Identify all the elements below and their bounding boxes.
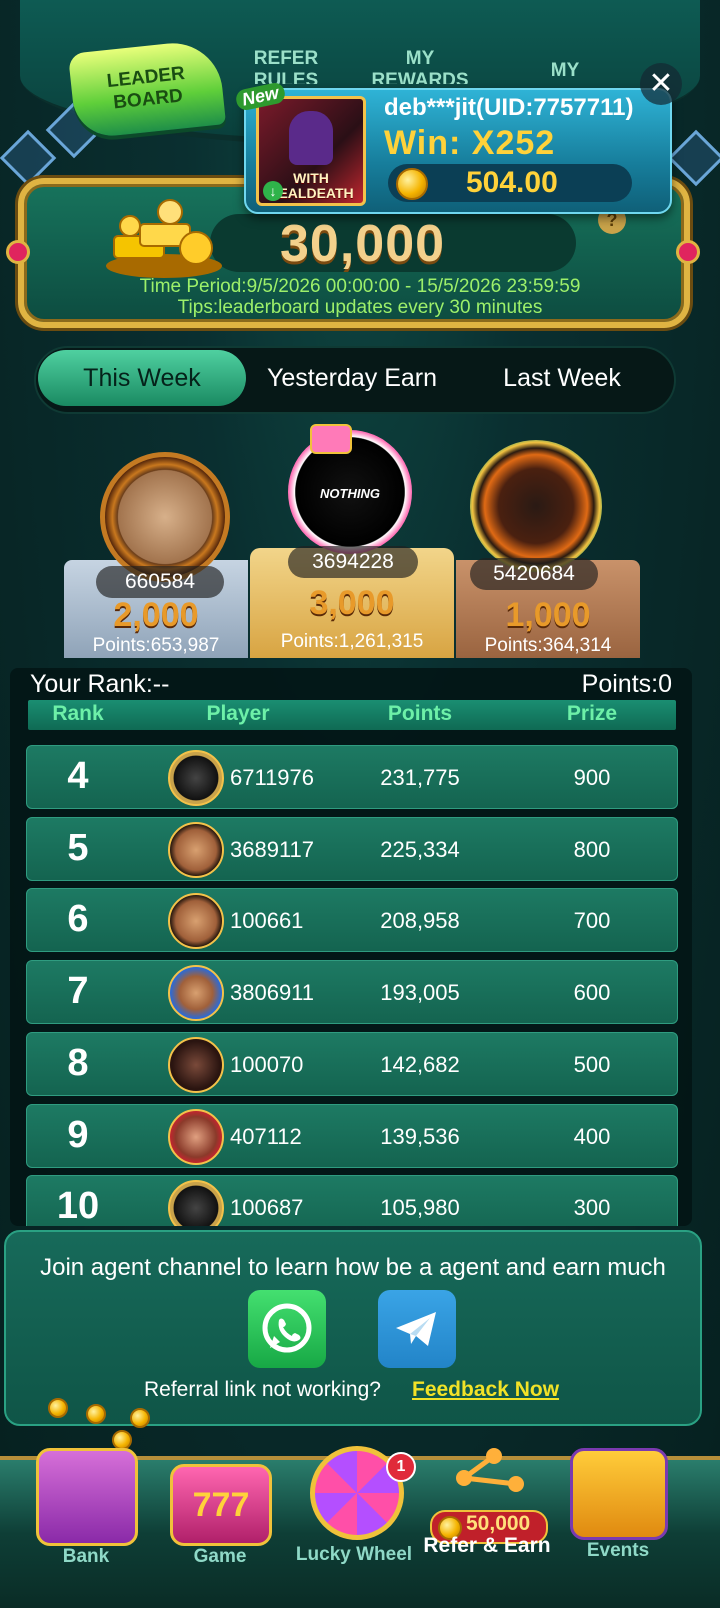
row-rank: 10	[56, 1185, 100, 1226]
rank-rows: 4 6711976 231,775 900 5 3689117 225,334 …	[0, 0, 720, 1226]
row-points: 225,334	[380, 836, 460, 862]
nav-lucky-wheel-label: Lucky Wheel	[295, 1544, 413, 1565]
row-prize: 600	[573, 980, 611, 1006]
row-prize: 700	[573, 908, 611, 934]
row-avatar[interactable]	[168, 893, 224, 950]
whatsapp-button[interactable]	[248, 1290, 326, 1368]
coin-decor-icon	[130, 1408, 150, 1428]
row-player-id: 3806911	[230, 980, 315, 1006]
row-rank: 9	[67, 1113, 89, 1156]
row-prize: 300	[573, 1195, 611, 1221]
gift-box-icon	[570, 1448, 668, 1540]
row-prize: 500	[573, 1051, 611, 1077]
telegram-button[interactable]	[378, 1290, 456, 1368]
row-player-id: 407112	[230, 1123, 302, 1149]
refer-share-icon	[424, 1448, 552, 1504]
nav-bank-label: Bank	[62, 1546, 110, 1567]
row-avatar[interactable]	[168, 821, 224, 878]
row-avatar[interactable]	[168, 965, 224, 1022]
row-rank: 4	[67, 755, 89, 797]
slot-777-icon: 777	[170, 1464, 272, 1546]
telegram-icon	[396, 1312, 436, 1346]
bank-icon	[36, 1448, 138, 1546]
row-prize: 400	[573, 1123, 611, 1149]
row-player-id: 6711976	[230, 765, 315, 790]
row-points: 193,005	[380, 980, 460, 1006]
coin-decor-icon	[112, 1430, 132, 1450]
nav-events-label: Events	[586, 1540, 650, 1561]
row-points: 105,980	[380, 1195, 460, 1221]
row-rank: 8	[67, 1041, 89, 1084]
nav-bank[interactable]: Bank	[36, 1448, 138, 1568]
whatsapp-icon	[262, 1303, 312, 1353]
row-avatar[interactable]	[168, 1180, 224, 1226]
row-avatar[interactable]	[168, 1108, 224, 1165]
row-prize: 900	[573, 765, 611, 790]
coin-decor-icon	[48, 1398, 68, 1418]
row-rank: 6	[67, 898, 89, 941]
row-rank: 7	[67, 970, 89, 1013]
row-points: 142,682	[380, 1051, 460, 1077]
notification-badge: 1	[386, 1452, 416, 1482]
row-avatar[interactable]	[168, 750, 224, 806]
row-player-id: 100687	[230, 1195, 304, 1221]
row-player-id: 100070	[230, 1051, 304, 1077]
nav-game[interactable]: 777 Game	[170, 1464, 272, 1568]
join-agent-text: Join agent channel to learn how be a age…	[40, 1254, 666, 1281]
nav-events[interactable]: Events	[570, 1448, 668, 1562]
referral-not-working-text: Referral link not working?	[144, 1378, 381, 1401]
nav-refer-earn[interactable]	[424, 1448, 552, 1504]
refer-amount: 50,000	[466, 1512, 531, 1535]
row-points: 139,536	[380, 1123, 460, 1149]
nav-refer-earn-label: Refer & Earn	[423, 1534, 551, 1557]
feedback-now-link[interactable]: Feedback Now	[412, 1378, 559, 1402]
row-prize: 800	[573, 836, 611, 862]
row-player-id: 3689117	[230, 836, 315, 862]
row-rank: 5	[67, 826, 89, 869]
row-points: 208,958	[380, 908, 460, 934]
nav-game-label: Game	[193, 1546, 247, 1567]
row-points: 231,775	[380, 765, 460, 790]
coin-decor-icon	[86, 1404, 106, 1424]
row-avatar[interactable]	[168, 1036, 224, 1093]
row-player-id: 100661	[230, 908, 304, 934]
